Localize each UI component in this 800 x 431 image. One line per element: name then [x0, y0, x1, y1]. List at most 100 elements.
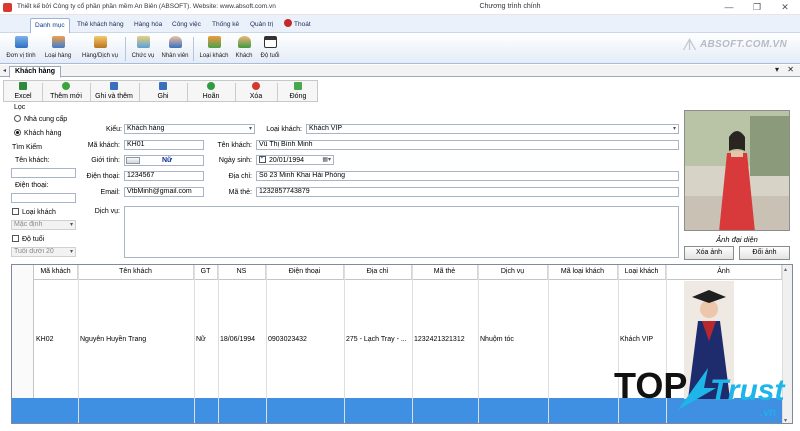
cancel-button[interactable]: Hoãn — [190, 82, 232, 102]
gender-label: Giới tính: — [91, 157, 120, 164]
filter-supplier-option[interactable]: Nhà cung cấp — [14, 115, 67, 123]
ribbon-category-button[interactable]: Loại hàng — [42, 35, 74, 63]
minimize-button[interactable]: — — [718, 0, 740, 14]
ribbon-customer-type-button[interactable]: Loại khách — [197, 35, 231, 63]
category-icon — [51, 36, 65, 48]
col-header-card[interactable]: Mã thẻ — [412, 265, 478, 280]
radio-icon — [14, 115, 21, 122]
customer-icon — [237, 36, 251, 48]
tab-thoat-label: Thoát — [294, 21, 311, 28]
save-label: Ghi — [157, 93, 169, 100]
tab-scroll-icon[interactable]: ◂ — [3, 67, 6, 74]
phone-input[interactable]: 1234567 — [124, 171, 204, 181]
save-button[interactable]: Ghi — [142, 82, 184, 102]
email-label: Email: — [100, 189, 120, 196]
doc-tab-khach-hang[interactable]: Khách hàng — [9, 66, 62, 78]
dob-picker[interactable]: 20/01/1994 ▦▾ — [256, 155, 334, 165]
ribbon-separator — [125, 37, 126, 61]
add-icon — [62, 82, 70, 90]
tab-quan-tri[interactable]: Quản trị — [246, 18, 277, 33]
service-textarea[interactable] — [124, 206, 679, 258]
filter-customer-option[interactable]: Khách hàng — [14, 129, 61, 137]
delete-button[interactable]: Xóa — [238, 82, 274, 102]
toolbar-separator — [90, 83, 91, 101]
col-header-dob[interactable]: NS — [218, 265, 266, 280]
address-input[interactable]: Số 23 Minh Khai Hải Phòng — [256, 171, 679, 181]
kind-select[interactable]: Khách hàng ▾ — [124, 124, 255, 134]
customer-type-field[interactable]: Khách VIP ▾ — [306, 124, 679, 134]
col-header-type-code[interactable]: Mã loại khách — [548, 265, 618, 280]
tab-cong-viec[interactable]: Công việc — [168, 18, 205, 33]
ribbon-employee-button[interactable]: Nhân viên — [160, 35, 190, 63]
phone-label: Điện thoại: — [86, 173, 120, 180]
ribbon-goods-label: Hàng/Dịch vụ — [81, 53, 119, 59]
ribbon-goods-button[interactable]: Hàng/Dịch vụ — [78, 35, 122, 63]
service-label: Dịch vụ: — [94, 208, 120, 215]
kind-label: Kiểu: — [106, 126, 122, 133]
tab-hang-hoa[interactable]: Hàng hóa — [130, 18, 166, 33]
ribbon-age-label: Độ tuổi — [260, 53, 280, 59]
remove-photo-button[interactable]: Xóa ảnh — [684, 246, 734, 260]
save-add-icon — [110, 82, 118, 90]
code-label: Mã khách: — [87, 142, 120, 149]
customer-type-select[interactable]: Mặc định ▾ — [11, 220, 76, 230]
col-header-service[interactable]: Dịch vụ — [478, 265, 548, 280]
radio-selected-icon — [14, 129, 21, 136]
col-header-gender[interactable]: GT — [194, 265, 218, 280]
ribbon-customer-button[interactable]: Khách — [233, 35, 255, 63]
customer-type-filter[interactable]: Loại khách — [12, 208, 56, 216]
grid-line — [548, 265, 549, 423]
save-add-label: Ghi và thêm — [95, 93, 133, 100]
change-photo-button[interactable]: Đổi ảnh — [739, 246, 790, 260]
dob-label: Ngày sinh: — [218, 157, 252, 164]
scroll-up-icon[interactable]: ▴ — [784, 266, 787, 273]
col-header-code[interactable]: Mã khách — [34, 265, 78, 280]
col-header-name[interactable]: Tên khách — [78, 265, 194, 280]
gender-toggle[interactable]: Nữ — [124, 155, 204, 166]
cancel-label: Hoãn — [202, 93, 220, 100]
cell-name: Nguyễn Huyền Trang — [80, 336, 147, 343]
name-input[interactable]: Vũ Thị Bình Minh — [256, 140, 679, 150]
tab-the-khach-hang[interactable]: Thẻ khách hàng — [73, 18, 128, 33]
email-input[interactable]: VtbMinh@gmail.com — [124, 187, 204, 197]
toptrust-watermark: TOP Trust .vn — [614, 365, 786, 419]
tab-thong-ke[interactable]: Thống kê — [208, 18, 243, 33]
close-button[interactable]: Đóng — [280, 82, 316, 102]
code-input[interactable]: KH01 — [124, 140, 204, 150]
close-doc-icon[interactable]: ✕ — [787, 65, 794, 74]
doc-controls: ▾ ✕ — [775, 65, 794, 74]
pin-icon[interactable]: ▾ — [775, 65, 779, 74]
tab-danh-muc[interactable]: Danh mục — [30, 18, 70, 33]
col-header-address[interactable]: Địa chỉ — [344, 265, 412, 280]
excel-button[interactable]: Excel — [8, 82, 38, 102]
col-header-type[interactable]: Loại khách — [618, 265, 666, 280]
ribbon-position-button[interactable]: Chức vụ — [129, 35, 157, 63]
chevron-down-icon: ▾ — [69, 222, 73, 228]
ribbon-customer-type-label: Loại khách — [199, 53, 229, 59]
age-select[interactable]: Tuổi dưới 20 ▾ — [11, 247, 76, 257]
age-filter[interactable]: Độ tuổi — [12, 235, 44, 243]
card-input[interactable]: 1232857743879 — [256, 187, 679, 197]
age-filter-label: Độ tuổi — [22, 236, 45, 243]
search-name-input[interactable] — [11, 168, 76, 178]
maximize-button[interactable]: ❐ — [746, 0, 768, 14]
col-header-phone[interactable]: Điện thoại — [266, 265, 344, 280]
add-button[interactable]: Thêm mới — [45, 82, 87, 102]
search-phone-input[interactable] — [11, 193, 76, 203]
cell-dob: 18/06/1994 — [220, 336, 256, 343]
cell-type: Khách VIP — [620, 336, 654, 343]
customer-type-value: Khách VIP — [309, 125, 343, 132]
save-add-button[interactable]: Ghi và thêm — [92, 82, 136, 102]
toolbar-separator — [42, 83, 43, 101]
exit-door-icon — [294, 82, 302, 90]
box-icon — [93, 36, 107, 48]
filter-customer-label: Khách hàng — [24, 130, 62, 137]
ribbon-unit-button[interactable]: Đơn vị tính — [4, 35, 38, 63]
close-window-button[interactable]: ✕ — [774, 0, 796, 14]
tab-thoat[interactable]: Thoát — [280, 18, 315, 33]
exit-icon — [284, 19, 292, 27]
ribbon-age-button[interactable]: Độ tuổi — [257, 35, 283, 63]
dob-value: 20/01/1994 — [269, 157, 305, 164]
name-label: Tên khách: — [217, 142, 252, 149]
col-header-photo[interactable]: Ảnh — [666, 265, 782, 280]
